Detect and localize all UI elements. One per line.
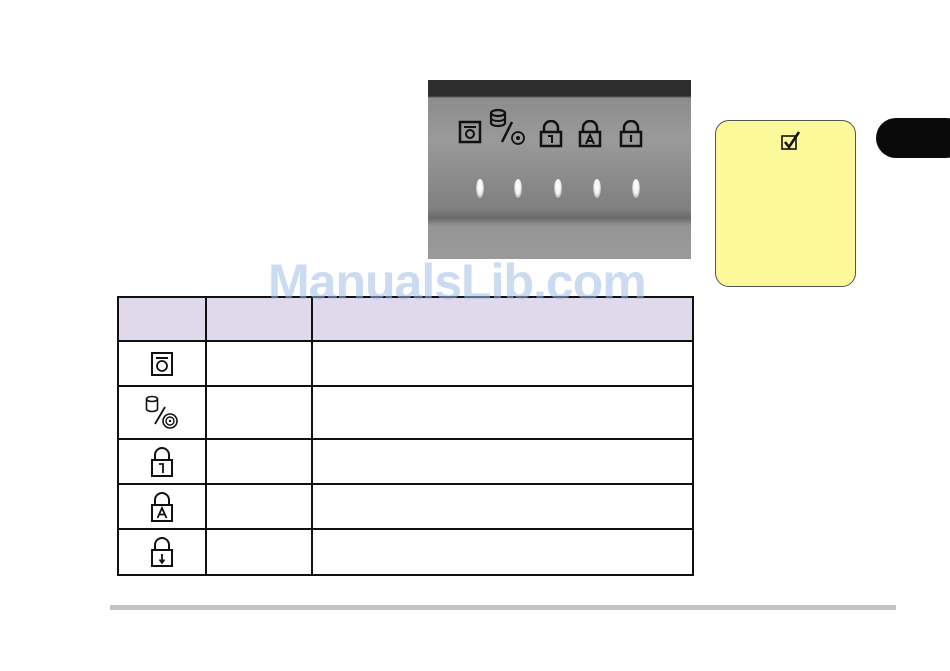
led-power	[476, 179, 484, 198]
led-scroll-lock	[632, 179, 640, 198]
row-name	[205, 483, 313, 530]
footer-rule	[110, 605, 896, 610]
num-lock-icon	[151, 446, 173, 477]
table-row	[117, 385, 694, 440]
row-description	[311, 483, 694, 530]
caps-lock-icon	[151, 491, 173, 522]
note-box	[715, 120, 856, 287]
led-hdd	[514, 179, 522, 198]
table-row	[117, 483, 694, 530]
power-status-icon	[458, 120, 482, 144]
led-indicator-table	[117, 296, 694, 576]
hdd-cdrom-access-icon	[145, 395, 178, 429]
header-icon	[117, 296, 207, 342]
row-description	[311, 438, 694, 485]
table-row	[117, 528, 694, 576]
table-row	[117, 438, 694, 485]
watermark: ManualsLib.com	[268, 254, 647, 310]
hdd-cdrom-access-icon	[489, 108, 525, 145]
checkmark-note-icon	[781, 131, 801, 150]
row-name	[205, 340, 313, 387]
power-status-icon	[151, 351, 173, 376]
table-row	[117, 340, 694, 387]
scroll-lock-icon	[619, 120, 643, 148]
row-description	[311, 340, 694, 387]
scroll-lock-icon	[151, 537, 173, 567]
caps-lock-icon	[578, 120, 602, 148]
led-num-lock	[554, 179, 562, 198]
row-name	[205, 528, 313, 576]
led-panel-photo	[428, 80, 691, 259]
chapter-tab	[876, 118, 950, 158]
num-lock-icon	[539, 120, 563, 148]
row-name	[205, 385, 313, 440]
row-name	[205, 438, 313, 485]
row-description	[311, 528, 694, 576]
row-description	[311, 385, 694, 440]
led-caps-lock	[593, 179, 601, 198]
